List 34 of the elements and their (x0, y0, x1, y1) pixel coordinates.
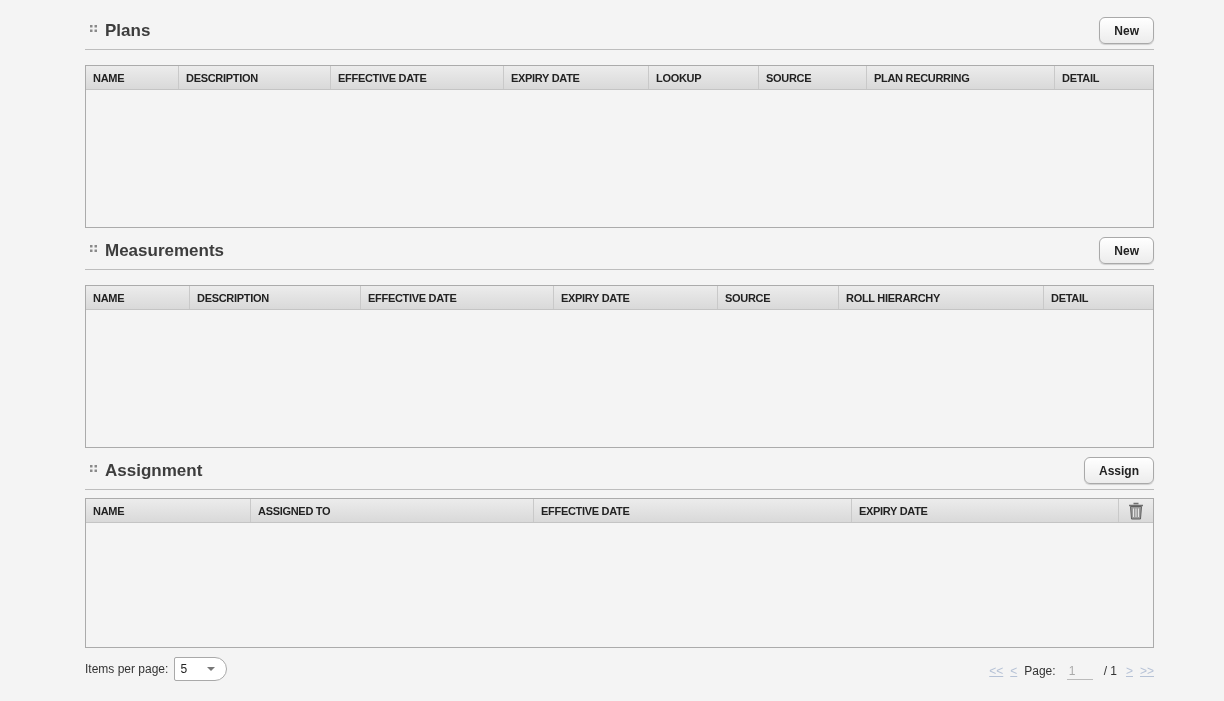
column-header[interactable]: NAME (86, 499, 250, 522)
drag-handle-icon[interactable] (90, 245, 97, 252)
page-label: Page: (1024, 664, 1056, 678)
column-header[interactable]: PLAN RECURRING (866, 66, 1054, 89)
column-header[interactable]: EXPIRY DATE (553, 286, 717, 309)
column-header[interactable]: EFFECTIVE DATE (330, 66, 503, 89)
drag-handle-icon[interactable] (90, 465, 97, 472)
column-header[interactable]: SOURCE (717, 286, 838, 309)
column-header[interactable]: DETAIL (1054, 66, 1153, 89)
column-header[interactable]: NAME (86, 286, 189, 309)
section-title: Measurements (105, 240, 225, 261)
column-header[interactable]: LOOKUP (648, 66, 758, 89)
items-per-page-select[interactable]: 5 (174, 657, 228, 681)
column-header[interactable]: EFFECTIVE DATE (360, 286, 553, 309)
section-title: Plans (105, 20, 151, 41)
section-action-button[interactable]: New (1099, 17, 1154, 44)
column-header[interactable]: EXPIRY DATE (503, 66, 648, 89)
column-header[interactable]: NAME (86, 66, 178, 89)
column-header[interactable]: EXPIRY DATE (851, 499, 1118, 522)
column-header[interactable]: DESCRIPTION (189, 286, 360, 309)
column-header[interactable]: ROLL HIERARCHY (838, 286, 1043, 309)
section-title: Assignment (105, 460, 203, 481)
column-header[interactable]: DESCRIPTION (178, 66, 330, 89)
column-header[interactable]: ASSIGNED TO (250, 499, 533, 522)
items-per-page-label: Items per page: (85, 662, 169, 676)
column-header[interactable]: DETAIL (1043, 286, 1153, 309)
column-header[interactable]: SOURCE (758, 66, 866, 89)
caret-icon (207, 667, 216, 671)
section-action-button[interactable]: Assign (1084, 457, 1154, 484)
column-header[interactable]: EFFECTIVE DATE (533, 499, 851, 522)
drag-handle-icon[interactable] (90, 25, 97, 32)
page-total: / 1 (1103, 664, 1117, 678)
section-action-button[interactable]: New (1099, 237, 1154, 264)
trash-icon[interactable] (1128, 501, 1144, 520)
